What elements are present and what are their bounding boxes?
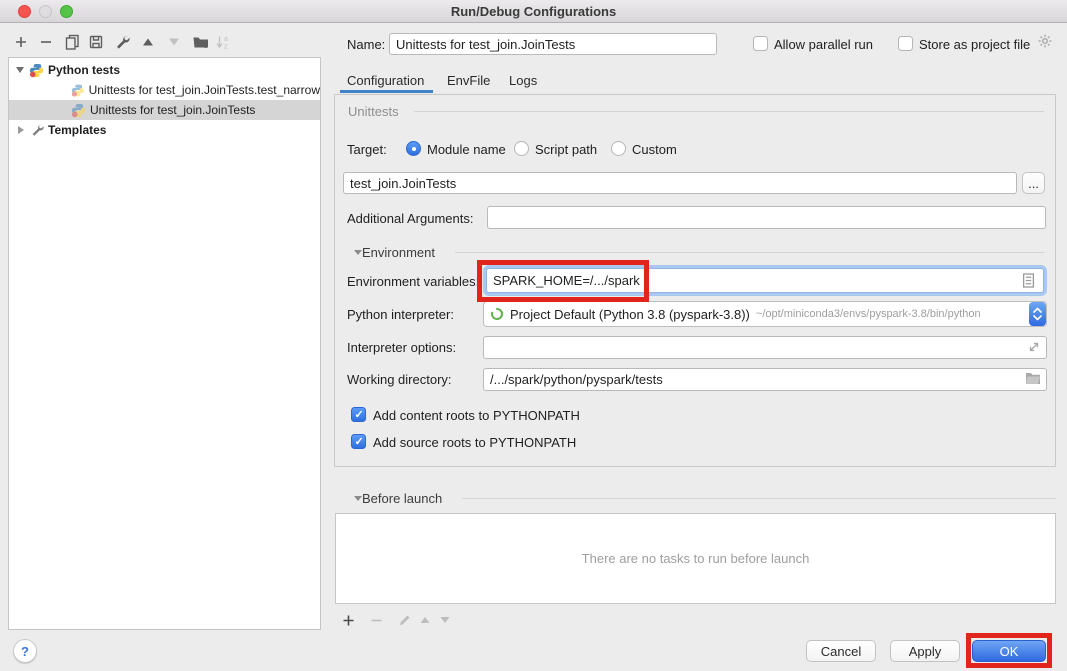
environment-variables-label: Environment variables: <box>347 274 479 289</box>
remove-configuration-icon[interactable] <box>37 33 55 51</box>
tab-logs[interactable]: Logs <box>509 73 537 88</box>
new-folder-icon[interactable] <box>192 33 210 51</box>
move-up-icon[interactable] <box>139 33 157 51</box>
add-configuration-icon[interactable] <box>12 33 30 51</box>
additional-arguments-input[interactable] <box>487 206 1046 229</box>
zoom-window-button[interactable] <box>60 5 73 18</box>
svg-text:z: z <box>224 44 228 51</box>
remove-task-icon <box>368 612 384 628</box>
environment-variables-input[interactable] <box>486 268 1044 293</box>
add-content-roots-label: Add content roots to PYTHONPATH <box>373 408 580 423</box>
unittests-section-title: Unittests <box>348 104 399 119</box>
window-title: Run/Debug Configurations <box>451 4 616 19</box>
python-interpreter-path: ~/opt/miniconda3/envs/pyspark-3.8/bin/py… <box>756 308 981 320</box>
python-tests-icon <box>29 63 44 78</box>
python-test-icon <box>71 103 86 118</box>
edit-templates-wrench-icon[interactable] <box>113 33 131 51</box>
section-divider <box>414 111 1044 112</box>
target-module-input[interactable] <box>343 172 1017 194</box>
tab-configuration[interactable]: Configuration <box>347 73 424 88</box>
python-interpreter-label: Python interpreter: <box>347 307 454 322</box>
environment-section-title: Environment <box>362 245 435 260</box>
sort-alphabetically-icon: az <box>214 33 232 51</box>
target-custom-radio[interactable] <box>611 141 626 156</box>
title-bar: Run/Debug Configurations <box>0 0 1067 23</box>
ok-button[interactable]: OK <box>972 640 1046 662</box>
interpreter-options-label: Interpreter options: <box>347 340 456 355</box>
svg-text:a: a <box>224 36 228 43</box>
python-interpreter-select[interactable]: Project Default (Python 3.8 (pyspark-3.8… <box>483 301 1047 327</box>
python-interpreter-icon <box>490 307 504 321</box>
working-directory-input[interactable] <box>483 368 1047 391</box>
tab-envfile[interactable]: EnvFile <box>447 73 490 88</box>
python-interpreter-value: Project Default (Python 3.8 (pyspark-3.8… <box>510 307 750 322</box>
target-module-name-radio[interactable] <box>406 141 421 156</box>
store-as-project-file-label: Store as project file <box>919 37 1030 52</box>
add-source-roots-checkbox[interactable] <box>351 434 366 449</box>
tree-item-label: Unittests for test_join.JoinTests <box>90 103 255 117</box>
before-launch-section-title: Before launch <box>362 491 442 506</box>
allow-parallel-run-label: Allow parallel run <box>774 37 873 52</box>
cancel-button[interactable]: Cancel <box>806 640 876 662</box>
tree-item-python-tests[interactable]: Python tests <box>9 60 320 80</box>
additional-arguments-label: Additional Arguments: <box>347 211 473 226</box>
python-test-icon <box>71 83 85 98</box>
target-module-name-label: Module name <box>427 142 506 157</box>
tree-item-label: Templates <box>48 123 106 137</box>
edit-task-icon <box>396 612 412 628</box>
save-configuration-icon[interactable] <box>87 33 105 51</box>
active-tab-underline <box>340 90 433 93</box>
target-script-path-label: Script path <box>535 142 597 157</box>
collapse-arrow-icon[interactable] <box>16 67 24 73</box>
configurations-tree: Python tests Unittests for test_join.Joi… <box>8 57 321 630</box>
tree-item-templates[interactable]: Templates <box>9 120 320 140</box>
section-divider <box>455 252 1044 253</box>
move-task-down-icon <box>437 612 453 628</box>
allow-parallel-run-checkbox[interactable] <box>753 36 768 51</box>
close-window-button[interactable] <box>18 5 31 18</box>
name-label: Name: <box>347 37 385 52</box>
expand-arrow-icon[interactable] <box>18 126 24 134</box>
move-task-up-icon <box>417 612 433 628</box>
interpreter-options-input[interactable] <box>483 336 1047 359</box>
before-launch-tasks-panel: There are no tasks to run before launch <box>335 513 1056 604</box>
help-button[interactable]: ? <box>13 639 37 663</box>
store-options-gear-icon[interactable] <box>1036 32 1054 50</box>
copy-configuration-icon[interactable] <box>63 33 81 51</box>
target-script-path-radio[interactable] <box>514 141 529 156</box>
target-label: Target: <box>347 142 387 157</box>
browse-target-button[interactable]: ... <box>1022 172 1045 194</box>
target-custom-label: Custom <box>632 142 677 157</box>
add-task-icon[interactable] <box>340 612 356 628</box>
tree-item-label: Python tests <box>48 63 120 77</box>
add-content-roots-checkbox[interactable] <box>351 407 366 422</box>
add-source-roots-label: Add source roots to PYTHONPATH <box>373 435 576 450</box>
minimize-window-button <box>39 5 52 18</box>
wrench-icon <box>30 123 44 137</box>
tree-item-unittests-narrow[interactable]: Unittests for test_join.JoinTests.test_n… <box>9 80 320 100</box>
name-input[interactable] <box>389 33 717 55</box>
interpreter-stepper-icon[interactable] <box>1029 302 1046 326</box>
section-divider <box>462 498 1056 499</box>
store-as-project-file-checkbox[interactable] <box>898 36 913 51</box>
no-tasks-message: There are no tasks to run before launch <box>582 551 810 566</box>
apply-button[interactable]: Apply <box>890 640 960 662</box>
tree-item-unittests-jointests[interactable]: Unittests for test_join.JoinTests <box>9 100 320 120</box>
tree-item-label: Unittests for test_join.JoinTests.test_n… <box>89 83 320 97</box>
before-launch-collapse-icon[interactable] <box>354 496 362 501</box>
environment-collapse-icon[interactable] <box>354 250 362 255</box>
run-debug-configurations-dialog: Run/Debug Configurations az Python tests <box>0 0 1067 671</box>
move-down-icon <box>165 33 183 51</box>
working-directory-label: Working directory: <box>347 372 452 387</box>
